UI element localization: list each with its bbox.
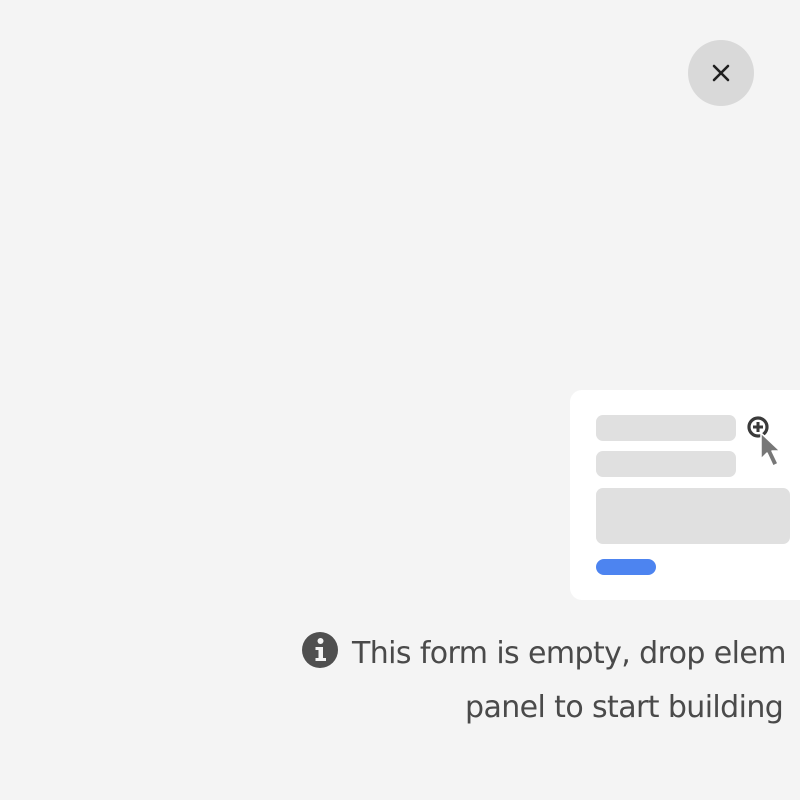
empty-message-line: This form is empty, drop elem bbox=[352, 636, 786, 671]
placeholder-field bbox=[596, 415, 736, 441]
placeholder-field bbox=[596, 451, 736, 477]
form-builder-canvas: This form is empty, drop elem panel to s… bbox=[0, 0, 800, 800]
placeholder-button bbox=[596, 559, 656, 575]
cursor-add-icon bbox=[747, 416, 781, 467]
info-icon bbox=[302, 632, 338, 668]
placeholder-textarea bbox=[596, 488, 790, 544]
close-icon bbox=[712, 64, 730, 82]
close-button[interactable] bbox=[688, 40, 754, 106]
empty-message-line: panel to start building bbox=[465, 690, 784, 725]
empty-form-illustration bbox=[570, 390, 800, 600]
